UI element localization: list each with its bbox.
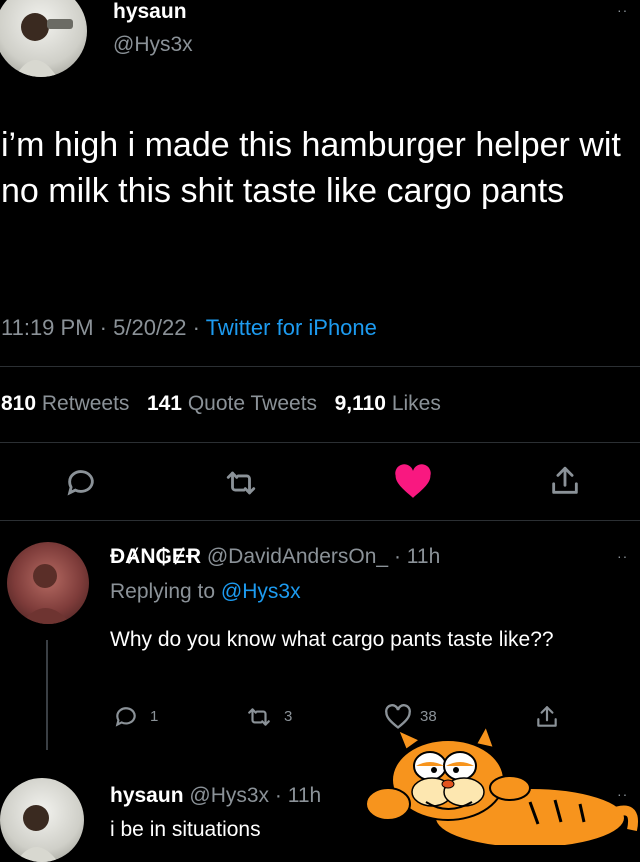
meta-separator: · (99, 315, 107, 340)
reply2-text: i be in situations (110, 818, 261, 841)
reply-icon[interactable] (64, 466, 98, 500)
cartoon-cat-sticker (360, 722, 640, 849)
tweet-date: 5/20/22 (113, 315, 187, 340)
divider (0, 366, 640, 367)
reply2-handle[interactable]: @Hys3x (189, 784, 269, 807)
retweets-count: 810 (1, 392, 37, 415)
quotes-stat[interactable]: 141 Quote Tweets (147, 392, 323, 415)
share-icon[interactable] (548, 464, 582, 498)
divider (0, 520, 640, 521)
replying-to-handle[interactable]: @Hys3x (221, 580, 301, 603)
more-options-icon[interactable]: ·· (617, 2, 628, 18)
reply-text: Why do you know what cargo pants taste l… (110, 628, 554, 651)
reply2-time[interactable]: · 11h (275, 784, 321, 807)
like-icon[interactable] (394, 464, 432, 500)
reply-time[interactable]: · 11h (394, 545, 440, 568)
tweet-meta: 11:19 PM · 5/20/22 · Twitter for iPhone (1, 315, 377, 341)
thread-line (46, 640, 48, 750)
reply2-display-name[interactable]: hysaun (110, 784, 184, 807)
likes-label: Likes (391, 392, 441, 415)
replying-to: Replying to @Hys3x (110, 580, 301, 604)
replying-to-prefix: Replying to (110, 580, 216, 603)
retweet-icon[interactable] (224, 466, 258, 500)
quotes-count: 141 (146, 392, 182, 415)
reply-header: ĐȺN₲ɆɌ @DavidAndersOn_ · 11h (110, 545, 440, 569)
tweet-time: 11:19 PM (1, 315, 94, 340)
reply-reply-count: 1 (150, 708, 159, 725)
tweet-source-link[interactable]: Twitter for iPhone (206, 315, 377, 340)
reply-retweet-icon[interactable] (246, 704, 272, 730)
divider (0, 442, 640, 443)
reply-reply-icon[interactable] (113, 704, 139, 730)
likes-count: 9,110 (334, 392, 386, 415)
meta-separator: · (192, 315, 200, 340)
author-handle[interactable]: @Hys3x (113, 33, 193, 57)
retweets-stat[interactable]: 810 Retweets (1, 392, 135, 415)
reply-handle[interactable]: @DavidAndersOn_ (207, 545, 388, 568)
avatar[interactable] (7, 542, 89, 624)
tweet-stats: 810 Retweets 141 Quote Tweets 9,110 Like… (1, 392, 441, 416)
author-display-name[interactable]: hysaun (113, 0, 187, 24)
retweets-label: Retweets (41, 392, 130, 415)
likes-stat[interactable]: 9,110 Likes (335, 392, 441, 415)
reply-more-options-icon[interactable]: ·· (617, 548, 628, 564)
quotes-label: Quote Tweets (187, 392, 318, 415)
reply2-header: hysaun @Hys3x · 11h (110, 784, 321, 808)
avatar[interactable] (0, 0, 87, 77)
avatar[interactable] (0, 778, 84, 862)
tweet-text: i’m high i made this hamburger helper wi… (1, 126, 621, 210)
reply-retweet-count: 3 (284, 708, 293, 725)
reply-display-name[interactable]: ĐȺN₲ɆɌ (110, 545, 201, 568)
